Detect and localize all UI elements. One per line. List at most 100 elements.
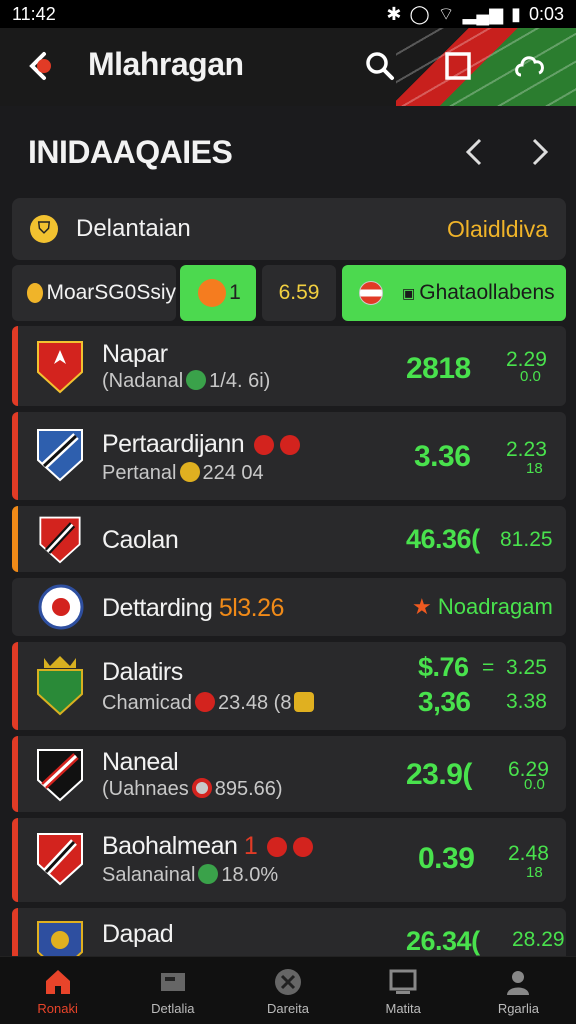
team-name: Pertaardijann: [102, 430, 245, 458]
match-row[interactable]: Dalatirs Chamicad 23.48 (8 $.76 = 3.25 3,…: [12, 642, 566, 730]
banner-label: Delantaian: [76, 215, 191, 242]
team-stat: 224 04: [202, 462, 264, 484]
back-arrow-icon: [29, 52, 51, 80]
search-button[interactable]: [362, 48, 398, 84]
match-row[interactable]: Naneal (Uahnaes 895.66) 23.9( 6.29 0.0: [12, 736, 566, 812]
team-name: Dettarding: [102, 594, 213, 622]
odds-tertiary: 18: [526, 864, 543, 881]
home-icon: [45, 970, 70, 994]
app-title: Mlahragan: [88, 46, 244, 82]
odds-secondary[interactable]: 2.23: [506, 438, 547, 462]
bookmark-button[interactable]: [440, 48, 476, 84]
tab-label: Detlalia: [151, 1001, 195, 1016]
status-dot-icon: [186, 370, 207, 390]
team-subtitle: (Uahnaes: [102, 778, 189, 800]
filter-label-2: 1: [229, 281, 241, 304]
status-time: 11:42: [12, 3, 56, 24]
filter-label-1: MoarSG0Ssiy: [46, 281, 176, 304]
tab-home[interactable]: Ronaki: [0, 957, 115, 1024]
team-crest-icon: [37, 921, 83, 956]
match-row[interactable]: Baohalmean 1 Salanainal 18.0% 0.39 2.48 1…: [12, 818, 566, 902]
tab-results[interactable]: Dareita: [230, 957, 345, 1024]
team-crest-icon: [37, 656, 83, 716]
odds-secondary[interactable]: 2.48: [508, 842, 549, 866]
league-banner[interactable]: ⛉ Delantaian Olaidldiva: [12, 198, 566, 260]
coin-icon: [27, 283, 44, 303]
tab-profile[interactable]: Rgarlia: [461, 957, 576, 1024]
section-title: INIDAAQAIES: [28, 134, 233, 170]
tab-details[interactable]: Detlalia: [115, 957, 230, 1024]
odds-main[interactable]: 26.34(: [406, 926, 480, 956]
match-row[interactable]: Caolan 46.36( 81.25: [12, 506, 566, 572]
bluetooth-icon: ✱: [386, 3, 402, 24]
red-badge-icon: [253, 435, 274, 455]
status-bar: 11:42 ✱ ◯ ⌔ ▂▄▆ ▮ 0:03: [0, 0, 576, 28]
filter-chip-3[interactable]: 6.59: [262, 265, 336, 321]
team-stat: 1/4. 6i): [209, 370, 271, 392]
team-name: Dalatirs: [102, 658, 183, 686]
odds-main-b[interactable]: 3,36: [418, 686, 471, 718]
odds-main[interactable]: $.76: [418, 652, 469, 683]
team-name: Dapad: [102, 920, 174, 948]
team-name: Baohalmean: [102, 832, 238, 860]
chevron-right-icon: [532, 138, 549, 166]
team-name: Naneal: [102, 748, 179, 776]
chevron-left-icon: [465, 138, 482, 166]
filter-chip-4[interactable]: ▣ Ghataollabens: [342, 265, 566, 321]
tab-label: Matita: [385, 1001, 421, 1016]
odds-separator: =: [482, 656, 495, 679]
back-button[interactable]: [22, 48, 58, 84]
team-stat: 895.66): [214, 778, 283, 800]
team-subtitle: (Nadanal: [102, 370, 184, 392]
orange-ball-icon: [198, 279, 227, 307]
tab-label: Ronaki: [37, 1001, 78, 1016]
trophy-icon: ⛉: [30, 215, 58, 243]
team-crest-icon: [37, 341, 83, 394]
app-bar: Mlahragan: [0, 28, 576, 106]
odds-main[interactable]: 3.36: [414, 440, 471, 474]
red-badge-icon: [266, 837, 287, 857]
odds-tertiary: 18: [526, 460, 543, 477]
team-name: Napar: [102, 340, 168, 368]
filter-chip-1[interactable]: MoarSG0Ssiy: [12, 265, 176, 321]
filter-chip-2[interactable]: 1: [180, 265, 256, 321]
lock-icon: [294, 692, 315, 712]
star-icon: ★: [412, 594, 432, 619]
search-icon: [366, 52, 394, 80]
match-row[interactable]: Pertaardijann Pertanal 224 04 3.36 2.23 1…: [12, 412, 566, 500]
profile-button[interactable]: [512, 48, 548, 84]
team-stat: 1: [243, 832, 258, 860]
wifi-icon: ⌔: [437, 3, 455, 24]
battery-icon: ▮: [511, 3, 521, 24]
next-button[interactable]: [528, 136, 552, 176]
odds-main[interactable]: 2818: [406, 352, 471, 386]
odds-tertiary: 0.0: [520, 368, 541, 385]
team-stat: 18.0%: [221, 864, 279, 886]
red-badge-icon: [279, 435, 300, 455]
square-icon: [445, 52, 471, 80]
ball-icon: [275, 969, 301, 995]
odds-secondary[interactable]: 28.29: [512, 928, 565, 952]
previous-button[interactable]: [462, 136, 486, 176]
coin-icon: [179, 462, 200, 482]
cloud-icon: [515, 56, 544, 77]
odds-main[interactable]: 23.9(: [406, 758, 472, 792]
match-row[interactable]: Napar (Nadanal 1/4. 6i) 2818 2.29 0.0: [12, 326, 566, 406]
match-row[interactable]: Dapad 26.34( 28.29: [12, 908, 566, 956]
tab-label: Dareita: [267, 1001, 309, 1016]
match-row[interactable]: Dettarding 5l3.26 ★ Noadragam: [12, 578, 566, 636]
team-crest-icon: [37, 833, 83, 886]
team-subtitle: Pertanal: [102, 462, 177, 484]
alarm-icon: ◯: [409, 3, 430, 24]
tab-label: Rgarlia: [497, 1001, 539, 1016]
odds-secondary[interactable]: 81.25: [500, 528, 553, 552]
team-crest-icon: [39, 516, 81, 564]
team-crest-icon: [37, 749, 83, 802]
odds-main[interactable]: 0.39: [418, 842, 475, 876]
odds-secondary-b[interactable]: 3.38: [506, 690, 547, 714]
banner-value: Olaidldiva: [447, 216, 548, 242]
odds-secondary[interactable]: 3.25: [506, 656, 547, 680]
right-label[interactable]: Noadragam: [438, 594, 553, 619]
tab-matches[interactable]: Matita: [346, 957, 461, 1024]
odds-main[interactable]: 46.36(: [406, 524, 480, 555]
